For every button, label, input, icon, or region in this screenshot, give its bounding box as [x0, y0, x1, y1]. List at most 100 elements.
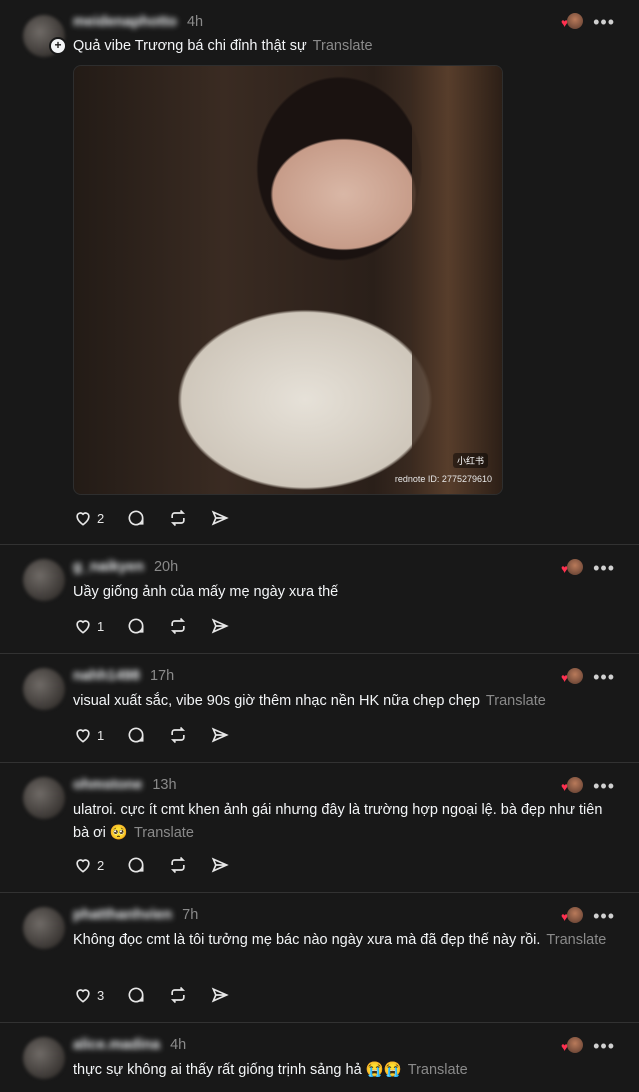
send-icon — [211, 987, 229, 1003]
post-header: meidenaphotto 4h — [73, 14, 203, 30]
reply-button[interactable] — [126, 855, 146, 875]
post-body: Uầy giống ảnh của mấy mẹ ngày xưa thế — [73, 584, 339, 600]
post-text: Uầy giống ảnh của mấy mẹ ngày xưa thế — [73, 581, 609, 604]
reply-button[interactable] — [126, 616, 146, 636]
repost-icon — [171, 726, 186, 744]
translate-link[interactable]: Translate — [486, 693, 546, 709]
send-icon — [211, 618, 229, 634]
more-icon[interactable]: ••• — [593, 907, 615, 925]
image-background-door — [412, 66, 502, 494]
share-button[interactable] — [210, 508, 230, 528]
post-body: thực sự không ai thấy rất giống trịnh sả… — [73, 1062, 402, 1078]
image-watermark-logo: 小红书 — [452, 453, 488, 468]
post: + meidenaphotto 4h ♥ ••• Quả vibe Trương… — [0, 0, 639, 545]
reply-button[interactable] — [126, 985, 146, 1005]
comment-icon — [128, 510, 144, 526]
reply-button[interactable] — [126, 725, 146, 745]
username[interactable]: ohmstone — [73, 777, 142, 793]
post-body: Không đọc cmt là tôi tưởng mẹ bác nào ng… — [73, 932, 541, 948]
repost-button[interactable] — [168, 616, 188, 636]
timestamp: 7h — [182, 907, 199, 923]
like-count: 2 — [97, 857, 105, 873]
more-icon[interactable]: ••• — [593, 559, 615, 577]
translate-link[interactable]: Translate — [134, 825, 194, 841]
post-header: alice.madina 4h — [73, 1037, 186, 1053]
post-header: nahh1498 17h — [73, 668, 174, 684]
post-text: Không đọc cmt là tôi tưởng mẹ bác nào ng… — [73, 929, 609, 952]
post-header: ohmstone 13h — [73, 777, 177, 793]
share-button[interactable] — [210, 985, 230, 1005]
avatar[interactable] — [23, 777, 65, 819]
reaction-avatar-icon[interactable]: ♥ — [561, 559, 583, 577]
like-button[interactable]: 2 — [73, 508, 104, 528]
action-bar: 2 — [73, 855, 252, 875]
reply-button[interactable] — [126, 508, 146, 528]
more-icon[interactable]: ••• — [593, 777, 615, 795]
repost-icon — [171, 617, 186, 635]
post-text: thực sự không ai thấy rất giống trịnh sả… — [73, 1059, 609, 1082]
send-icon — [211, 727, 229, 743]
action-bar: 3 — [73, 985, 252, 1005]
post-header: g_naikyen 20h — [73, 559, 178, 575]
avatar[interactable] — [23, 907, 65, 949]
repost-button[interactable] — [168, 985, 188, 1005]
reaction-avatar-icon[interactable]: ♥ — [561, 668, 583, 686]
repost-icon — [171, 856, 186, 874]
post-text: ulatroi. cực ít cmt khen ảnh gái nhưng đ… — [73, 799, 609, 845]
action-bar: 1 — [73, 616, 252, 636]
action-bar: 1 — [73, 725, 252, 745]
share-button[interactable] — [210, 616, 230, 636]
username[interactable]: g_naikyen — [73, 559, 144, 575]
reaction-avatar-icon[interactable]: ♥ — [561, 13, 583, 31]
post: g_naikyen 20h ♥ ••• Uầy giống ảnh của mấ… — [0, 545, 639, 654]
follow-plus-icon[interactable]: + — [49, 37, 67, 55]
comment-icon — [128, 987, 144, 1003]
repost-icon — [171, 509, 186, 527]
share-button[interactable] — [210, 725, 230, 745]
translate-link[interactable]: Translate — [546, 932, 606, 948]
send-icon — [211, 857, 229, 873]
heart-icon — [76, 859, 90, 873]
avatar[interactable] — [23, 668, 65, 710]
timestamp: 20h — [153, 559, 179, 575]
repost-button[interactable] — [168, 508, 188, 528]
like-button[interactable]: 2 — [73, 855, 104, 875]
more-icon[interactable]: ••• — [593, 13, 615, 31]
repost-icon — [171, 986, 186, 1004]
comment-icon — [128, 857, 144, 873]
username[interactable]: nahh1498 — [73, 668, 140, 684]
comment-icon — [128, 727, 144, 743]
post: nahh1498 17h ♥ ••• visual xuất sắc, vibe… — [0, 654, 639, 763]
share-button[interactable] — [210, 855, 230, 875]
heart-icon — [76, 729, 90, 743]
reaction-avatar-icon[interactable]: ♥ — [561, 1037, 583, 1055]
like-button[interactable]: 1 — [73, 725, 104, 745]
heart-icon — [76, 620, 90, 634]
post-header: phatthanhvien 7h — [73, 907, 198, 923]
comment-icon — [128, 618, 144, 634]
heart-icon — [76, 989, 90, 1003]
repost-button[interactable] — [168, 855, 188, 875]
like-count: 1 — [97, 727, 105, 743]
avatar[interactable] — [23, 559, 65, 601]
translate-link[interactable]: Translate — [408, 1062, 468, 1078]
timestamp: 4h — [186, 14, 204, 30]
translate-link[interactable]: Translate — [313, 38, 373, 54]
timestamp: 17h — [149, 668, 175, 684]
reaction-avatar-icon[interactable]: ♥ — [561, 777, 583, 795]
like-button[interactable]: 3 — [73, 985, 104, 1005]
repost-button[interactable] — [168, 725, 188, 745]
username[interactable]: meidenaphotto — [73, 14, 177, 30]
post-image[interactable]: 小红书 rednote ID: 2775279610 — [73, 65, 503, 495]
like-button[interactable]: 1 — [73, 616, 104, 636]
username[interactable]: alice.madina — [73, 1037, 160, 1053]
post-text: Quả vibe Trương bá chi đỉnh thật sự Trans… — [73, 35, 609, 58]
post: phatthanhvien 7h ♥ ••• Không đọc cmt là … — [0, 893, 639, 1023]
like-count: 2 — [97, 510, 105, 526]
more-icon[interactable]: ••• — [593, 668, 615, 686]
username[interactable]: phatthanhvien — [73, 907, 172, 923]
reaction-avatar-icon[interactable]: ♥ — [561, 907, 583, 925]
avatar[interactable] — [23, 1037, 65, 1079]
more-icon[interactable]: ••• — [593, 1037, 615, 1055]
post-body: visual xuất sắc, vibe 90s giờ thêm nhạc … — [73, 693, 480, 709]
